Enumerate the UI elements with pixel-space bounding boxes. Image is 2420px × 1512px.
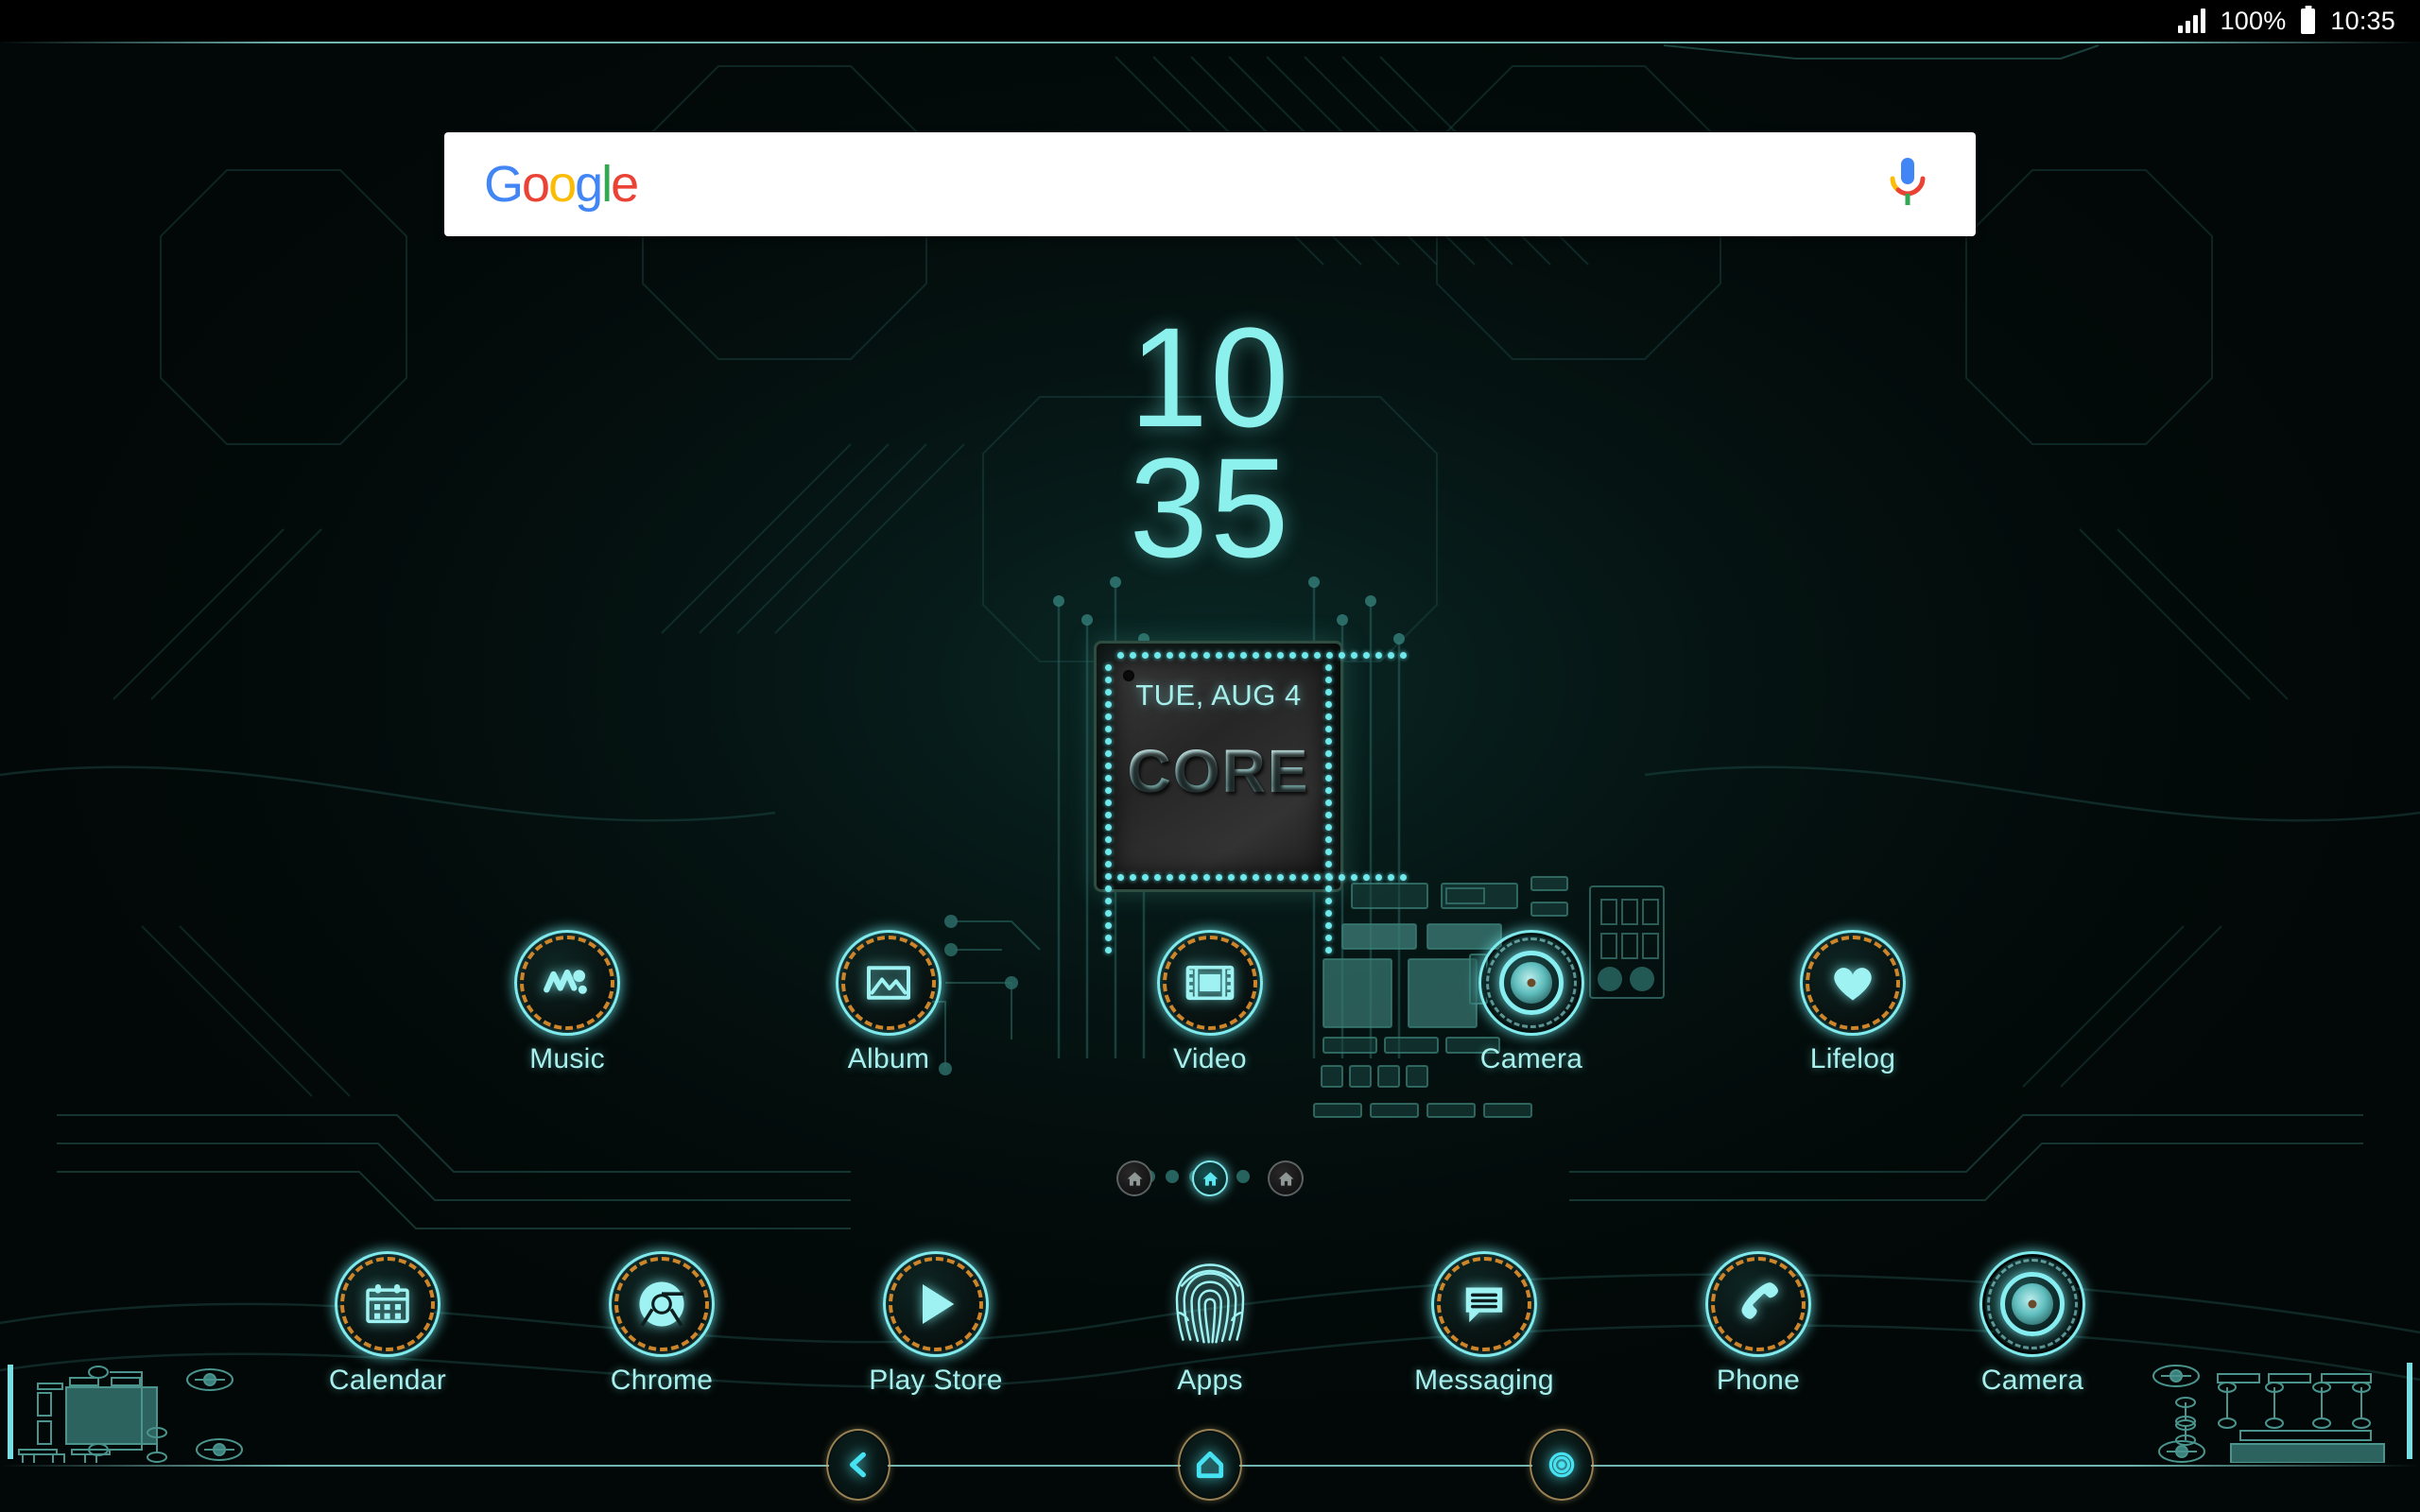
app-label: Album — [847, 1043, 930, 1074]
home-button[interactable] — [1178, 1429, 1242, 1501]
status-bar[interactable]: 100% 10:35 — [0, 0, 2420, 42]
app-label: Apps — [1177, 1365, 1243, 1396]
microphone-icon[interactable] — [1885, 156, 1936, 213]
heart-icon — [1800, 930, 1906, 1036]
back-button[interactable] — [826, 1429, 890, 1501]
app-icon-album[interactable]: Album — [804, 930, 974, 1075]
circle-recents-icon — [1548, 1452, 1575, 1478]
app-icon-chrome[interactable]: Chrome — [577, 1251, 747, 1397]
phone-handset-icon — [1705, 1251, 1811, 1357]
chip-body: TUE, AUG 4 CORE — [1113, 660, 1324, 873]
page-indicator[interactable] — [0, 1160, 2420, 1196]
page-dot[interactable] — [1116, 1160, 1152, 1196]
navigation-bar — [0, 1418, 2420, 1512]
calendar-icon — [335, 1251, 441, 1357]
battery-full-icon — [2301, 8, 2316, 34]
app-label: Camera — [1980, 1365, 2084, 1396]
home-icon — [1202, 1171, 1218, 1186]
app-row-one: Music Album Video Camera Lifelog — [0, 930, 2420, 1075]
chip-pins-right — [1325, 664, 1332, 954]
signal-bars-icon — [2177, 9, 2205, 33]
walkman-music-icon — [514, 930, 620, 1036]
google-logo-letter: o — [522, 156, 550, 213]
app-label: Camera — [1479, 1043, 1583, 1074]
app-icon-apps-drawer[interactable]: Apps — [1125, 1257, 1295, 1397]
app-icon-music[interactable]: Music — [482, 930, 652, 1075]
app-icon-lifelog[interactable]: Lifelog — [1768, 930, 1938, 1075]
app-icon-camera-dock[interactable]: Camera — [1947, 1251, 2118, 1397]
app-label: Calendar — [328, 1365, 447, 1396]
clock-hours: 10 — [1129, 298, 1291, 456]
home-pentagon-icon — [1196, 1451, 1224, 1479]
google-logo-letter: o — [548, 156, 577, 213]
chip-core-label: CORE — [1127, 736, 1310, 805]
chip-pins-top — [1117, 652, 1407, 659]
app-label: Chrome — [610, 1365, 714, 1396]
recents-button[interactable] — [1530, 1429, 1594, 1501]
clock-widget[interactable]: 10 35 — [0, 298, 2420, 587]
google-logo-letter: G — [484, 156, 524, 213]
app-label: Lifelog — [1809, 1043, 1896, 1074]
chevron-left-icon — [849, 1452, 866, 1478]
app-icon-camera[interactable]: Camera — [1446, 930, 1616, 1075]
app-label: Play Store — [869, 1365, 1003, 1396]
home-icon — [1127, 1171, 1142, 1186]
home-screen: 100% 10:35 G o o g l e 10 35 TUE, AUG 4 … — [0, 0, 2420, 1512]
camera-lens-icon — [1478, 930, 1584, 1036]
app-icon-phone[interactable]: Phone — [1673, 1251, 1843, 1397]
speech-bubble-icon — [1431, 1251, 1537, 1357]
chrome-icon — [609, 1251, 715, 1357]
google-logo-letter: e — [611, 156, 639, 213]
chip-date-label: TUE, AUG 4 — [1135, 679, 1302, 712]
camera-lens-icon — [1979, 1251, 2085, 1357]
app-icon-video[interactable]: Video — [1125, 930, 1295, 1075]
google-logo: G o o g l e — [484, 156, 639, 213]
play-triangle-icon — [883, 1251, 989, 1357]
fingerprint-icon — [1163, 1257, 1257, 1351]
app-icon-messaging[interactable]: Messaging — [1399, 1251, 1569, 1397]
app-row-two: Calendar Chrome Play Store Apps Messagin… — [0, 1251, 2420, 1397]
photo-album-icon — [836, 930, 942, 1036]
clock-minutes: 35 — [1129, 428, 1291, 587]
chip-pins-left — [1105, 664, 1112, 954]
app-label: Video — [1173, 1043, 1247, 1074]
frame-line-top — [0, 42, 2420, 43]
chip-pins-bottom — [1117, 874, 1407, 881]
core-chip-widget[interactable]: TUE, AUG 4 CORE — [1094, 641, 1407, 954]
app-label: Messaging — [1414, 1365, 1554, 1396]
app-icon-play-store[interactable]: Play Store — [851, 1251, 1021, 1397]
status-bar-clock: 10:35 — [2330, 6, 2395, 35]
app-icon-calendar[interactable]: Calendar — [302, 1251, 473, 1397]
page-dot[interactable] — [1268, 1160, 1304, 1196]
home-icon — [1278, 1171, 1293, 1186]
page-dot-active[interactable] — [1192, 1160, 1228, 1196]
google-search-bar[interactable]: G o o g l e — [444, 132, 1976, 236]
battery-percent-label: 100% — [2220, 6, 2287, 35]
app-label: Phone — [1716, 1365, 1801, 1396]
google-logo-letter: g — [575, 156, 603, 213]
app-label: Music — [529, 1043, 605, 1074]
google-logo-letter: l — [601, 156, 613, 213]
film-strip-icon — [1157, 930, 1263, 1036]
